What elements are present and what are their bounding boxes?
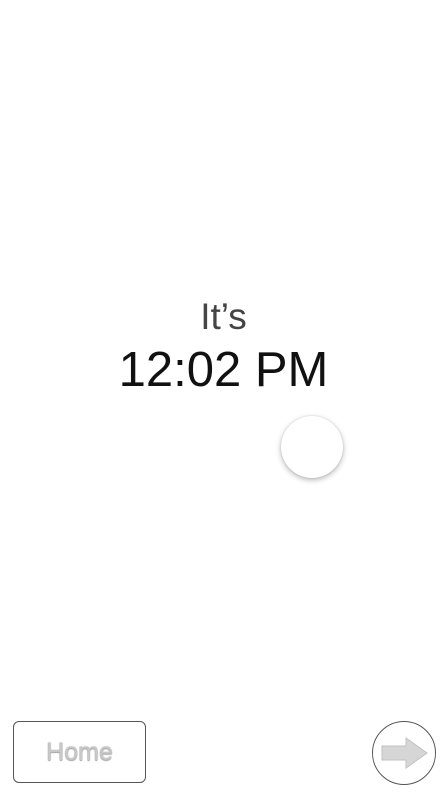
circle-toggle[interactable]: [281, 416, 343, 478]
home-button[interactable]: Home: [13, 721, 146, 783]
next-button[interactable]: [372, 721, 436, 785]
current-time: 12:02 PM: [118, 343, 329, 397]
arrow-right-icon: [381, 737, 428, 769]
greeting-prefix: It’s: [200, 296, 247, 337]
screen: It’s 12:02 PM Home: [0, 0, 445, 793]
